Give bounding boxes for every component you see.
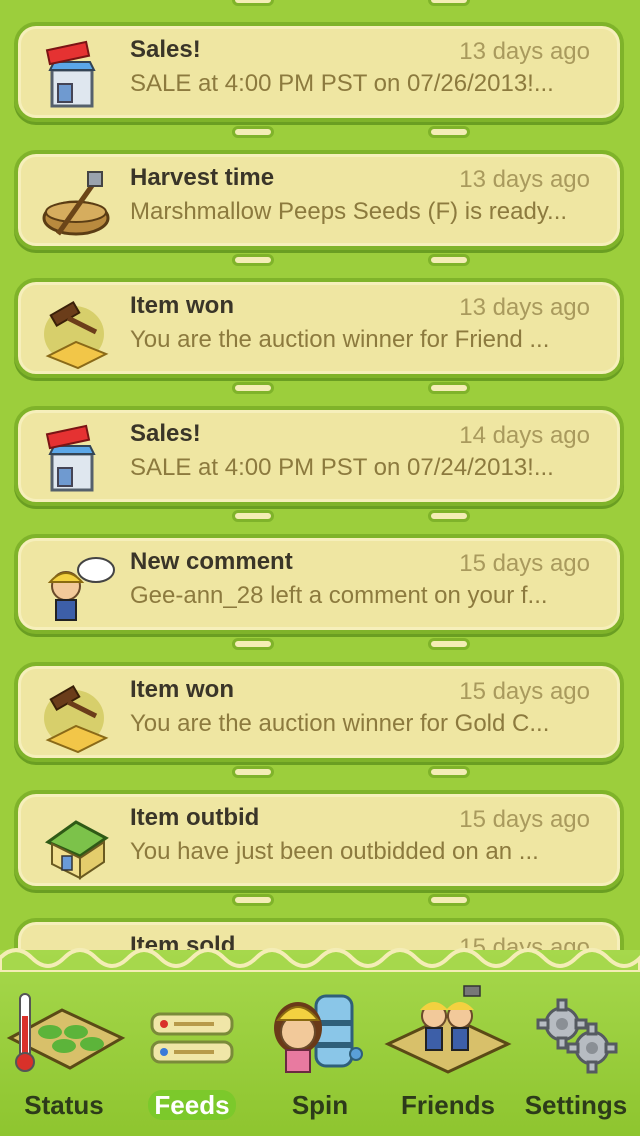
feed-item-title: Harvest time [130, 164, 275, 191]
tab-feeds[interactable]: Feeds [128, 980, 256, 1130]
card-connector [428, 254, 470, 266]
gears-icon [536, 998, 618, 1074]
tab-label: Spin [291, 1090, 349, 1120]
card-connector [232, 254, 274, 266]
comment-farmer-icon [47, 557, 115, 621]
tab-bar-wave [0, 948, 640, 972]
feed-item-sales[interactable]: Sales! 14 days ago SALE at 4:00 PM PST o… [14, 406, 624, 506]
card-connector [428, 382, 470, 394]
tab-label: Status [24, 1090, 104, 1120]
feed-item-time: 15 days ago [459, 550, 590, 577]
feed-item-sales[interactable]: Sales! 13 days ago SALE at 4:00 PM PST o… [14, 22, 624, 122]
shop-sale-icon [45, 40, 96, 108]
card-connector [232, 894, 274, 906]
feed-list[interactable]: Sales! 13 days ago SALE at 4:00 PM PST o… [0, 0, 640, 960]
card-connector [428, 638, 470, 650]
tab-settings[interactable]: Settings [512, 980, 640, 1130]
harvest-basket-icon [42, 171, 110, 236]
card-connector [428, 510, 470, 522]
tab-label: Settings [524, 1090, 628, 1120]
feed-item-won[interactable]: Item won 13 days ago You are the auction… [14, 278, 624, 378]
card-connector [232, 126, 274, 138]
house-outbid-icon [44, 820, 109, 880]
feed-item-won[interactable]: Item won 15 days ago You are the auction… [14, 662, 624, 762]
feed-item-time: 13 days ago [459, 38, 590, 65]
feed-item-outbid[interactable]: Item outbid 15 days ago You have just be… [14, 790, 624, 890]
feed-item-title: Item won [130, 292, 235, 319]
feed-item-time: 13 days ago [459, 294, 590, 321]
feed-item-time: 14 days ago [459, 422, 590, 449]
card-connector [232, 638, 274, 650]
tab-bar: Status Feeds Spin Friends Settings [0, 948, 640, 1136]
feed-item-title: Item won [130, 676, 235, 703]
tab-status[interactable]: Status [0, 980, 128, 1130]
tab-label: Feeds [128, 1090, 256, 1121]
feed-item-message: Gee-ann_28 left a comment on your f... [130, 582, 548, 609]
card-connector [428, 766, 470, 778]
tab-label: Friends [401, 1090, 495, 1120]
friends-icon [384, 985, 512, 1074]
card-connector [428, 0, 470, 6]
card-connector [232, 382, 274, 394]
feed-item-time: 15 days ago [459, 806, 590, 833]
feed-item-message: Marshmallow Peeps Seeds (F) is ready... [130, 198, 568, 225]
card-connector [232, 766, 274, 778]
feed-item-time: 13 days ago [459, 166, 590, 193]
card-connector [428, 894, 470, 906]
shop-sale-icon [45, 424, 96, 492]
feed-item-title: Sales! [130, 420, 201, 447]
feed-item-comment[interactable]: New comment 15 days ago Gee-ann_28 left … [14, 534, 624, 634]
card-connector [428, 126, 470, 138]
girl-silo-icon [274, 994, 363, 1073]
feed-item-message: You have just been outbidded on an ... [130, 838, 539, 865]
auction-gavel-icon [44, 684, 109, 754]
feed-item-message: You are the auction winner for Gold C... [130, 710, 550, 737]
auction-gavel-icon [44, 300, 109, 370]
tab-friends[interactable]: Friends [384, 980, 512, 1130]
feed-item-message: SALE at 4:00 PM PST on 07/24/2013!... [130, 454, 554, 481]
farm-thermometer-icon [6, 993, 126, 1072]
card-connector [232, 0, 274, 6]
feed-item-message: SALE at 4:00 PM PST on 07/26/2013!... [130, 70, 554, 97]
feed-item-title: Sales! [130, 36, 201, 63]
feed-item-title: New comment [130, 548, 293, 575]
tab-spin[interactable]: Spin [256, 980, 384, 1130]
feed-item-message: You are the auction winner for Friend ..… [130, 326, 550, 353]
feed-item-harvest[interactable]: Harvest time 13 days ago Marshmallow Pee… [14, 150, 624, 250]
feed-list-icon [150, 1012, 234, 1064]
card-connector [232, 510, 274, 522]
feed-item-title: Item outbid [130, 804, 260, 831]
feed-item-time: 15 days ago [459, 678, 590, 705]
